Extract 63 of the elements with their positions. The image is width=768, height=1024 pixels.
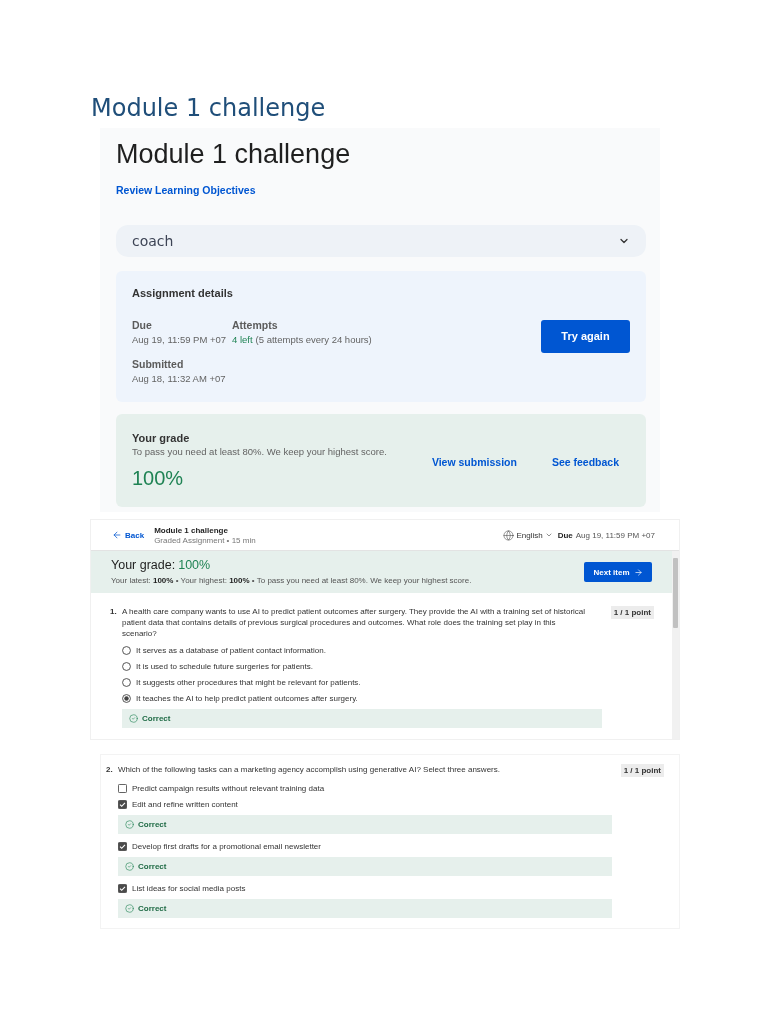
check-circle-icon [125, 904, 134, 913]
question-number: 1. [110, 606, 118, 617]
coach-dropdown[interactable]: coach [116, 225, 646, 257]
check-circle-icon [125, 820, 134, 829]
feedback-text: Correct [142, 714, 171, 723]
attempts-label: Attempts [232, 318, 279, 332]
option-label: It suggests other procedures that might be relevant for patients. [136, 677, 361, 687]
question-text: Which of the following tasks can a marketing agency accomplish using generative AI? Select three answers. [118, 764, 500, 775]
chevron-down-icon [544, 531, 553, 539]
arrow-right-icon [633, 567, 643, 577]
due-date: Aug 19, 11:59 PM +07 [575, 530, 655, 540]
grade-score: 100% [132, 466, 185, 490]
text-link[interactable]: View submission [431, 455, 517, 469]
card-heading: Assignment details [132, 286, 234, 300]
check-circle-icon [129, 714, 138, 723]
assignment-title: Module 1 challenge [154, 525, 229, 535]
radio-button[interactable] [122, 645, 131, 655]
back-button[interactable]: Back [112, 530, 145, 540]
scrollbar-thumb[interactable] [673, 558, 678, 628]
points-badge: 1 / 1 point [620, 764, 664, 777]
due-date: Aug 19, 11:59 PM +07 [132, 333, 228, 346]
document-heading: Module 1 challenge [91, 93, 326, 123]
question-text: A health care company wants to use AI to predict patient outcomes after surgery. They provide the AI with a training set of historical patient data that contains details of previous surgical procedures and outcomes. What role does the training set play in this scenario? [122, 606, 587, 639]
radio-button[interactable] [122, 693, 131, 703]
checkbox[interactable] [118, 883, 127, 893]
text-link[interactable]: See feedback [551, 455, 619, 469]
grade-summary: Your latest: 100% • Your highest: 100% • To pass you need at least 80%. We keep your highest score. [111, 576, 472, 586]
feedback-text: Correct [138, 820, 167, 829]
feedback-text: Correct [138, 862, 167, 871]
assignment-subtitle: Graded Assignment • 15 min [154, 535, 256, 545]
question-number: 2. [106, 764, 114, 775]
attempts-note: (5 attempts every 24 hours) [255, 333, 372, 346]
option-label: It serves as a database of patient contact information. [136, 645, 326, 655]
grade-score: 100% [178, 558, 211, 573]
arrow-left-icon [112, 530, 122, 540]
radio-button[interactable] [122, 677, 131, 687]
option-label: Develop first drafts for a promotional email newsletter [132, 841, 321, 851]
option-label: It teaches the AI to help predict patient outcomes after surgery. [136, 693, 358, 703]
checkbox[interactable] [118, 783, 127, 793]
card-heading: Your grade [132, 431, 191, 445]
points-badge: 1 / 1 point [610, 606, 654, 619]
option-label: Edit and refine written content [132, 799, 238, 809]
option-label: It is used to schedule future surgeries for patients. [136, 661, 313, 671]
try-again-button[interactable]: Try again [541, 319, 630, 353]
due-label: Due [557, 530, 573, 540]
due-label: Due [132, 318, 153, 332]
globe-icon [503, 529, 515, 541]
objectives-link[interactable]: Review Learning Objectives [116, 183, 256, 197]
radio-button[interactable] [122, 661, 131, 671]
feedback-text: Correct [138, 904, 167, 913]
option-label: Predict campaign results without relevant training data [132, 783, 325, 793]
checkbox[interactable] [118, 799, 127, 809]
language-selector[interactable]: English [503, 529, 553, 541]
checkbox[interactable] [118, 841, 127, 851]
submitted-label: Submitted [132, 357, 185, 371]
check-circle-icon [125, 862, 134, 871]
submitted-date: Aug 18, 11:32 AM +07 [132, 372, 227, 385]
grade-note: To pass you need at least 80%. We keep your highest score. [132, 445, 387, 458]
page-title: Module 1 challenge [116, 138, 351, 171]
grade-label: Your grade: [111, 558, 176, 573]
option-label: List ideas for social media posts [132, 883, 246, 893]
next-item-button[interactable]: Next item [584, 562, 652, 582]
attempts-remaining: 4 left [232, 333, 253, 346]
